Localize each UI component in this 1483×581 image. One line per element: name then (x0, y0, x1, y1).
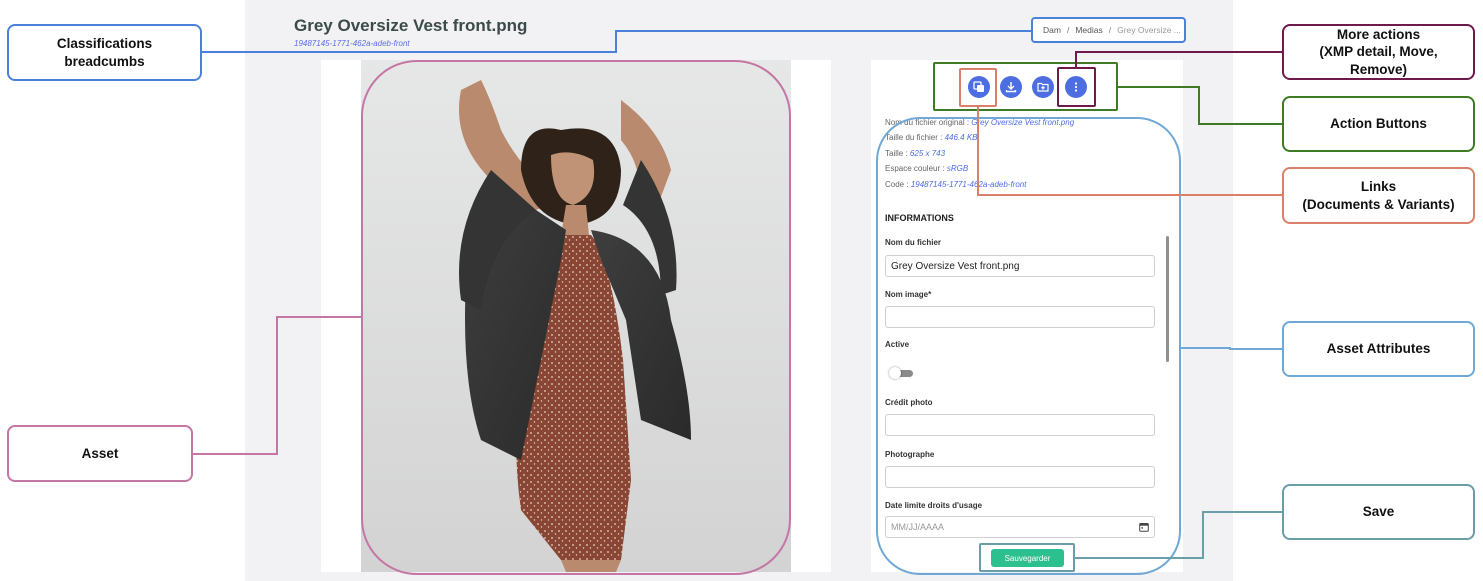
callout-links: Links (Documents & Variants) (1282, 167, 1475, 224)
links-highlight (959, 68, 997, 107)
callout-asset: Asset (7, 425, 193, 482)
breadcrumb-current: Grey Oversize ... (1117, 25, 1181, 35)
breadcrumb-item-medias[interactable]: Medias (1075, 25, 1102, 35)
breadcrumb-separator: / (1066, 25, 1070, 35)
callout-save: Save (1282, 484, 1475, 540)
callout-breadcrumbs: Classifications breadcumbs (7, 24, 202, 81)
breadcrumb-item-dam[interactable]: Dam (1043, 25, 1061, 35)
callout-asset-attributes: Asset Attributes (1282, 321, 1475, 377)
asset-code: 19487145-1771-462a-adeb-front (294, 39, 410, 48)
asset-highlight (361, 60, 791, 575)
callout-more-actions: More actions (XMP detail, Move, Remove) (1282, 24, 1475, 80)
asset-title: Grey Oversize Vest front.png (294, 16, 528, 35)
callout-action-buttons: Action Buttons (1282, 96, 1475, 152)
more-actions-highlight (1057, 67, 1096, 107)
asset-attributes-highlight (876, 117, 1181, 575)
breadcrumb: Dam / Medias / Grey Oversize ... (1031, 17, 1186, 43)
save-highlight (979, 543, 1075, 572)
breadcrumb-separator: / (1108, 25, 1112, 35)
